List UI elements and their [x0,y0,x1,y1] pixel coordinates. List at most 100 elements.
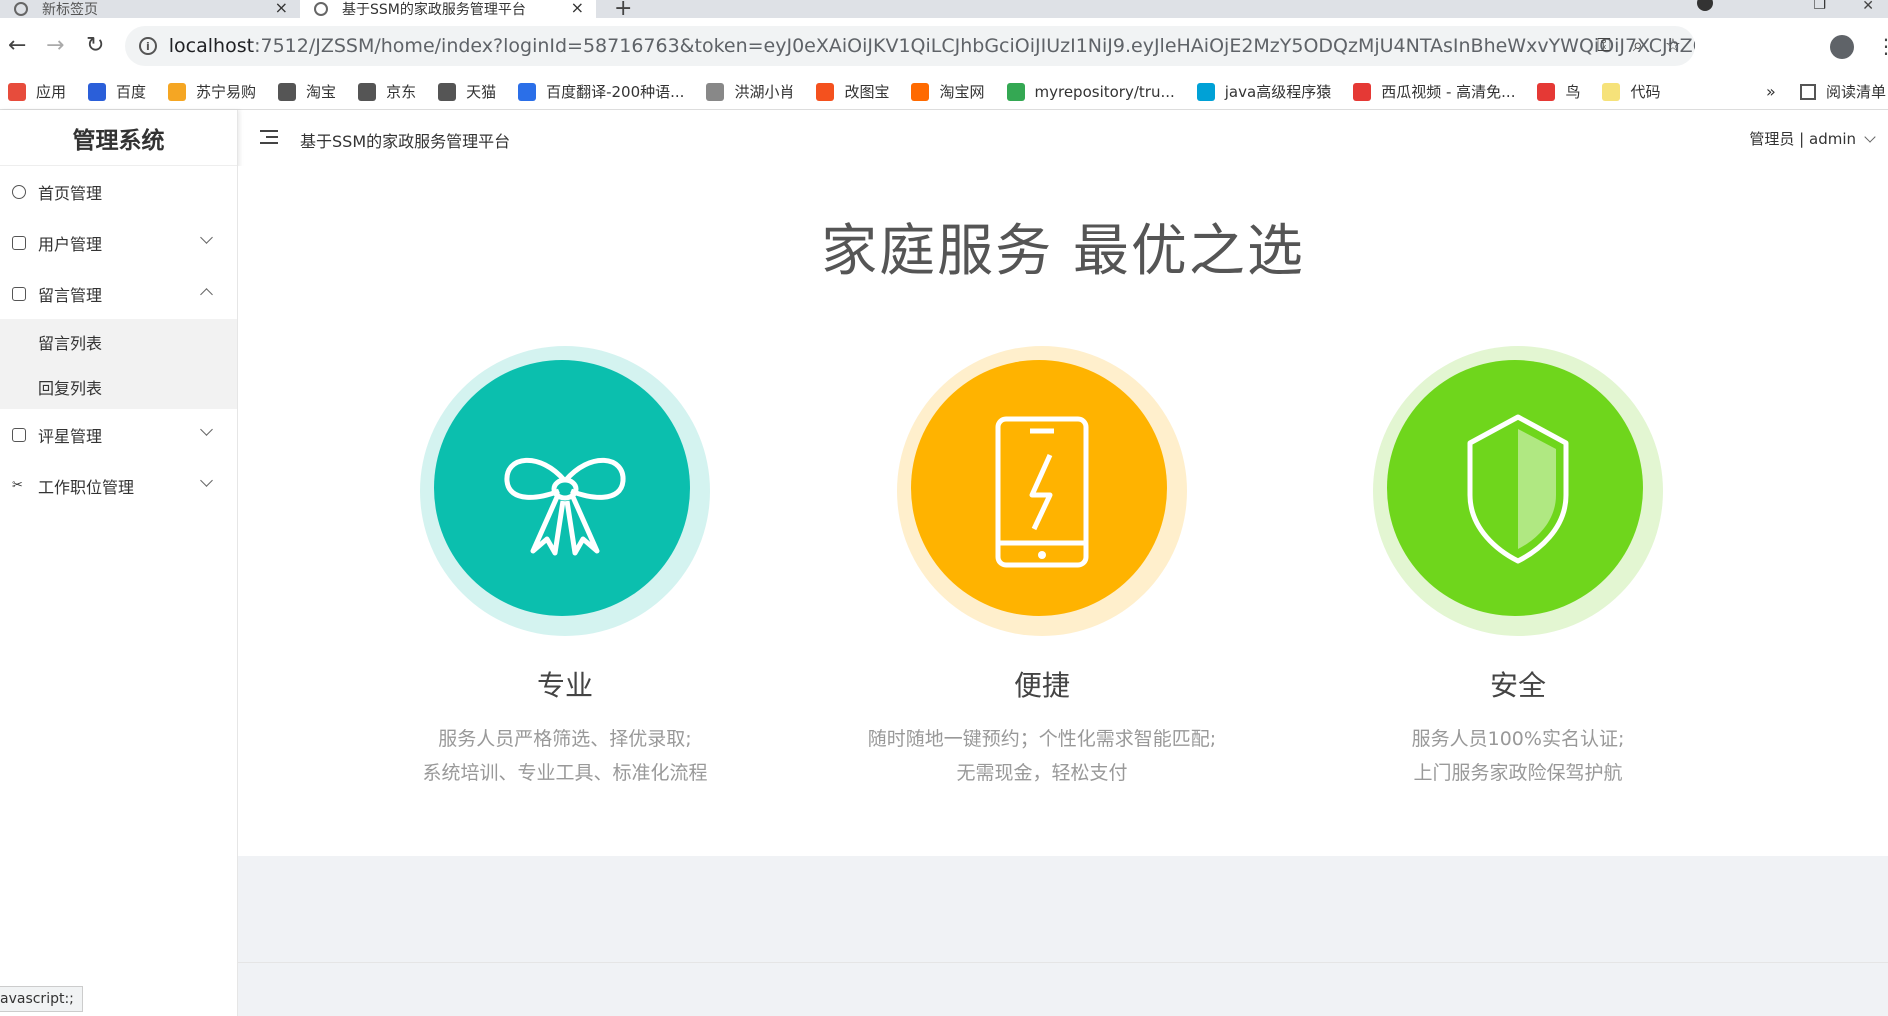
bookmarks-more-icon[interactable]: » [1766,82,1776,101]
sidebar-item-label: 评星管理 [38,426,103,446]
bookmark-item[interactable]: 京东 [358,81,416,102]
tab-search-icon[interactable] [1697,0,1713,11]
cube-icon [12,235,26,250]
sidebar-item-label: 工作职位管理 [38,477,135,497]
reading-list-label: 阅读清单 [1826,83,1887,101]
bookmark-item[interactable]: 代码 [1602,81,1661,102]
bookmark-label: 应用 [36,83,67,101]
message-icon [12,286,26,301]
chevron-up-icon [200,288,213,301]
sidebar: 管理系统 首页管理 用户管理 留言管理 留言列表 回复列表 评星管理 ✂ 工作职… [0,110,238,1016]
tools-icon: ✂ [12,477,23,493]
feature-desc-line: 服务人员100%实名认证; [1411,728,1625,750]
reload-icon[interactable]: ↻ [86,35,104,57]
platform-title: 基于SSM的家政服务管理平台 [300,132,511,151]
bookmark-label: 西瓜视频 - 高清免... [1381,83,1516,101]
zoom-icon[interactable]: ⌕ [1633,35,1643,56]
bookmark-favicon-icon [1353,82,1372,101]
bookmark-favicon-icon [1006,82,1025,101]
grid-icon [12,427,26,442]
sidebar-subitem-reply-list[interactable]: 回复列表 [0,364,237,409]
feature-desc-line: 服务人员严格筛选、择优录取; [438,728,692,750]
forward-icon[interactable]: → [46,35,64,57]
browser-tab-newtab[interactable]: 新标签页 × [0,0,300,18]
bookmark-favicon-icon [88,82,107,101]
chevron-down-icon [200,474,213,487]
feature-desc: 服务人员100%实名认证; 上门服务家政险保驾护航 [1308,722,1728,790]
bookmark-item[interactable]: 百度 [88,81,146,102]
bookmark-favicon-icon [8,82,26,101]
bookmark-label: 京东 [386,83,417,101]
close-icon[interactable]: × [571,0,584,17]
bookmark-item[interactable]: 应用 [8,81,66,102]
address-bar[interactable]: i localhost:7512/JZSSM/home/index?loginI… [125,26,1695,66]
restore-window-icon[interactable]: ❐ [1813,0,1826,13]
bookmark-favicon-icon [278,82,297,101]
key-icon[interactable]: ⚿ [1597,35,1611,56]
main-content: 家庭服务 最优之选 专业 服务人员严格筛选、择优录取; 系统培训、专业工具、标准… [238,166,1888,856]
chevron-down-icon [200,423,213,436]
collapse-menu-icon[interactable] [260,130,278,144]
close-window-icon[interactable]: ✕ [1862,0,1874,14]
content-footer-band [238,856,1888,962]
feature-desc-line: 无需现金，轻松支付 [956,762,1128,784]
sidebar-item-label: 首页管理 [38,183,103,203]
url-text[interactable]: localhost:7512/JZSSM/home/index?loginId=… [169,35,1695,57]
sidebar-item-messages[interactable]: 留言管理 [0,268,237,319]
bookmark-label: 洪湖小肖 [734,83,795,101]
bookmark-item[interactable]: 鸟 [1537,81,1580,102]
bookmark-favicon-icon [816,82,835,101]
bookmark-item[interactable]: 天猫 [438,81,496,102]
feature-desc-line: 上门服务家政险保驾护航 [1413,762,1623,784]
bookmark-label: 淘宝 [306,83,337,101]
feature-name: 便捷 [1013,669,1070,702]
sidebar-item-home[interactable]: 首页管理 [0,166,237,217]
globe-icon [14,2,28,16]
back-icon[interactable]: ← [8,35,26,57]
shield-icon [1467,414,1569,564]
phone-bolt-icon [995,416,1089,568]
close-icon[interactable]: × [275,0,288,17]
chevron-down-icon [1864,130,1876,143]
tab-label: 基于SSM的家政服务管理平台 [342,2,526,18]
messages-submenu: 留言列表 回复列表 [0,319,237,409]
bookmark-favicon-icon [438,82,457,101]
bookmark-item[interactable]: 苏宁易购 [168,81,256,102]
site-info-icon[interactable]: i [139,37,157,55]
sidebar-item-jobs[interactable]: ✂ 工作职位管理 [0,460,237,511]
profile-avatar[interactable] [1830,35,1854,59]
sidebar-item-label: 用户管理 [38,234,103,254]
feature-safe: 安全 服务人员100%实名认证; 上门服务家政险保驾护航 [1308,346,1728,790]
bookmark-label: 淘宝网 [939,83,985,101]
feature-name: 专业 [536,669,593,702]
feature-desc: 服务人员严格筛选、择优录取; 系统培训、专业工具、标准化流程 [355,722,775,790]
bookmark-favicon-icon [1602,82,1621,101]
bow-icon [504,457,626,556]
sidebar-subitem-message-list[interactable]: 留言列表 [0,319,237,364]
bookmark-item[interactable]: 洪湖小肖 [706,81,794,102]
user-menu[interactable]: 管理员 | admin [1749,128,1876,149]
status-bubble: avascript:; [0,986,83,1012]
menu-dots-icon[interactable]: ⋮ [1876,34,1888,58]
bookmark-item[interactable]: 淘宝网 [911,81,985,102]
star-icon[interactable]: ☆ [1665,35,1681,56]
bookmark-label: 苏宁易购 [196,83,257,101]
reading-list-button[interactable]: 阅读清单 [1800,81,1886,102]
page-footer [238,962,1888,1016]
bookmark-favicon-icon [358,82,377,101]
bookmark-item[interactable]: myrepository/tru... [1006,82,1175,101]
bookmark-favicon-icon [1537,82,1556,101]
sidebar-item-ratings[interactable]: 评星管理 [0,409,237,460]
reading-list-icon [1800,83,1816,100]
bookmark-item[interactable]: 淘宝 [278,81,336,102]
bookmark-item[interactable]: 西瓜视频 - 高清免... [1353,81,1515,102]
app-header: 基于SSM的家政服务管理平台 管理员 | admin [238,110,1888,166]
bookmark-label: 改图宝 [844,83,890,101]
bookmark-label: 代码 [1630,83,1661,101]
bookmark-item[interactable]: 改图宝 [816,81,889,102]
bookmark-item[interactable]: java高级程序猿 [1196,81,1331,102]
tab-label: 新标签页 [42,2,98,18]
bookmark-item[interactable]: 百度翻译-200种语... [518,81,684,102]
sidebar-item-users[interactable]: 用户管理 [0,217,237,268]
browser-tab-active[interactable]: 基于SSM的家政服务管理平台 × [300,0,596,18]
